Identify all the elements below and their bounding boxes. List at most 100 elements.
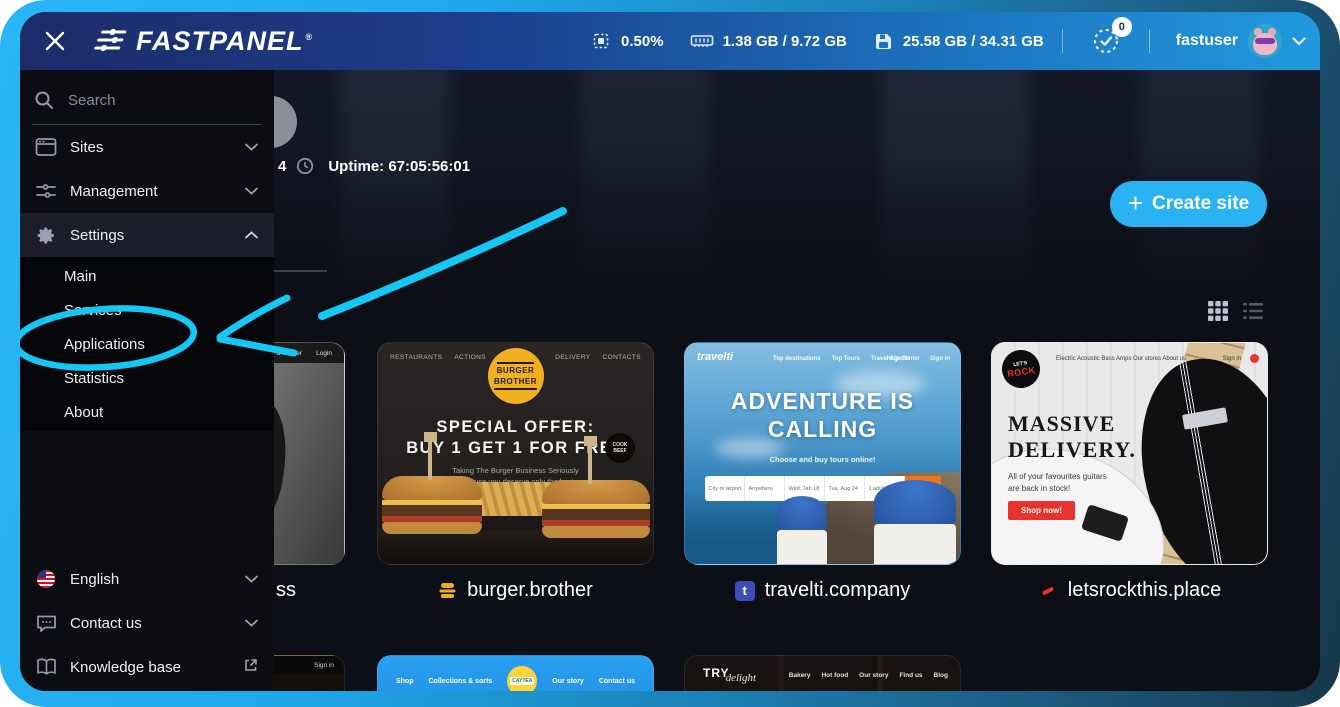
thumb-subtitle: Choose and buy tours online! bbox=[685, 455, 960, 464]
active-tab-indicator bbox=[274, 270, 327, 272]
sidebar-item-settings[interactable]: Settings bbox=[20, 213, 274, 257]
cpu-cores-value: 4 bbox=[278, 158, 286, 175]
burger-shape bbox=[542, 480, 650, 538]
submenu-label: Applications bbox=[64, 336, 145, 353]
site-name-row[interactable]: letsrockthis.place bbox=[991, 579, 1268, 602]
ram-stat: 1.38 GB / 9.72 GB bbox=[690, 32, 847, 50]
site-card-letsrock: LET'S ROCK Electric Acoustic Bass Amps O… bbox=[991, 342, 1268, 602]
logo-text: BURGER bbox=[497, 362, 535, 376]
cpu-value: 0.50% bbox=[621, 33, 664, 50]
submenu-item-services[interactable]: Services bbox=[20, 293, 274, 327]
list-view-icon[interactable] bbox=[1242, 300, 1264, 322]
gear-icon bbox=[34, 225, 58, 246]
submenu-item-about[interactable]: About bbox=[20, 395, 274, 429]
site-card-caytea: Shop Collections & sorts CAYTEA Our stor… bbox=[377, 655, 654, 691]
book-icon bbox=[34, 658, 58, 676]
notifications-button[interactable]: 0 bbox=[1091, 26, 1121, 56]
fastpanel-logo[interactable]: FASTPANEL ® bbox=[90, 26, 310, 57]
search-icon bbox=[34, 90, 54, 110]
thumb-nav-item: CONTACTS bbox=[603, 354, 641, 361]
knowledge-base-label: Knowledge base bbox=[70, 659, 181, 676]
sidebar: Sites Management Settings bbox=[20, 70, 274, 691]
sidebar-item-sites[interactable]: Sites bbox=[20, 125, 274, 169]
sidebar-item-language[interactable]: English bbox=[20, 557, 274, 601]
settings-submenu: Main Services Applications Statistics Ab… bbox=[20, 257, 274, 431]
burger-shape bbox=[382, 476, 482, 534]
site-thumbnail[interactable]: LET'S ROCK Electric Acoustic Bass Amps O… bbox=[991, 342, 1268, 565]
thumb-nav-right: Help CenterSign in bbox=[886, 356, 950, 362]
notifications-badge: 0 bbox=[1112, 17, 1132, 37]
thumb-nav-item: ACTIONS bbox=[454, 354, 486, 361]
logo-text: BROTHER bbox=[494, 376, 537, 390]
chevron-down-icon bbox=[1292, 37, 1306, 46]
site-thumbnail[interactable]: TRYdelight Bakery Hot food Our story Fin… bbox=[684, 655, 961, 691]
view-toggle bbox=[1207, 300, 1264, 322]
shop-now-button: Shop now! bbox=[1008, 501, 1075, 520]
sidebar-spacer bbox=[20, 431, 274, 557]
sidebar-search[interactable] bbox=[32, 70, 262, 125]
submenu-item-main[interactable]: Main bbox=[20, 259, 274, 293]
topbar-right: 0.50% 1.38 GB / 9.72 GB bbox=[590, 24, 1306, 58]
disk-value: 25.58 GB / 34.31 GB bbox=[903, 33, 1044, 50]
sites-icon bbox=[34, 137, 58, 157]
site-thumbnail[interactable]: RESTAURANTS ACTIONS DELIVERY CONTACTS BU… bbox=[377, 342, 654, 565]
sidebar-item-label: Settings bbox=[70, 227, 124, 244]
external-link-icon bbox=[244, 658, 258, 677]
server-stats-row: 4 Uptime: 67:05:56:01 bbox=[278, 154, 470, 178]
cpu-stat: 0.50% bbox=[590, 30, 664, 52]
close-menu-icon[interactable] bbox=[38, 24, 72, 58]
uptime-value: Uptime: 67:05:56:01 bbox=[328, 158, 470, 175]
burger-brother-logo: BURGER BROTHER bbox=[488, 348, 544, 404]
topbar-divider bbox=[1062, 29, 1063, 53]
caytea-logo: CAYTEA bbox=[507, 666, 537, 691]
chat-bubble-icon bbox=[34, 614, 58, 633]
disk-stat: 25.58 GB / 34.31 GB bbox=[873, 31, 1044, 52]
thumb-nav-right: Sign in bbox=[1223, 356, 1241, 362]
blue-dome-shape bbox=[874, 480, 956, 564]
topbar: FASTPANEL ® 0.50% 1.3 bbox=[20, 12, 1320, 70]
cpu-icon bbox=[590, 30, 612, 52]
topbar-divider bbox=[1149, 29, 1150, 53]
thumb-nav-item: RESTAURANTS bbox=[390, 354, 442, 361]
submenu-item-statistics[interactable]: Statistics bbox=[20, 361, 274, 395]
submenu-item-applications[interactable]: Applications bbox=[20, 327, 274, 361]
site-name: burger.brother bbox=[467, 579, 593, 602]
screenshot-stage: 4 Uptime: 67:05:56:01 + Create site bbox=[0, 0, 1340, 707]
sidebar-item-knowledge-base[interactable]: Knowledge base bbox=[20, 645, 274, 689]
grid-view-icon[interactable] bbox=[1207, 300, 1229, 322]
thumb-nav: Bakery Hot food Our story Find us Blog bbox=[789, 672, 948, 679]
us-flag-icon bbox=[34, 569, 58, 589]
sidebar-item-label: Sites bbox=[70, 139, 103, 156]
site-name: letsrockthis.place bbox=[1068, 579, 1221, 602]
site-thumbnail[interactable]: Shop Collections & sorts CAYTEA Our stor… bbox=[377, 655, 654, 691]
disk-icon bbox=[873, 31, 894, 52]
thumb-nav: Electric Acoustic Bass Amps Our stores A… bbox=[1056, 356, 1186, 362]
chevron-up-icon bbox=[245, 226, 258, 244]
user-menu[interactable]: fastuser bbox=[1176, 24, 1306, 58]
ram-value: 1.38 GB / 9.72 GB bbox=[723, 33, 847, 50]
search-input[interactable] bbox=[66, 91, 216, 110]
site-card-burger-brother: RESTAURANTS ACTIONS DELIVERY CONTACTS BU… bbox=[377, 342, 654, 602]
try-delight-logo: TRYdelight bbox=[703, 666, 760, 680]
site-name-row[interactable]: burger.brother bbox=[377, 579, 654, 602]
site-thumbnail[interactable]: travelti Top destinationsTop ToursTravel… bbox=[684, 342, 961, 565]
site-card-trydelight: TRYdelight Bakery Hot food Our story Fin… bbox=[684, 655, 961, 691]
registered-mark: ® bbox=[306, 32, 313, 42]
username: fastuser bbox=[1176, 32, 1238, 50]
chevron-down-icon bbox=[245, 182, 258, 200]
sidebar-item-management[interactable]: Management bbox=[20, 169, 274, 213]
site-name-row[interactable]: t travelti.company bbox=[684, 579, 961, 602]
logo-text: FASTPANEL bbox=[136, 26, 304, 57]
create-site-button[interactable]: + Create site bbox=[1110, 181, 1267, 227]
chevron-down-icon bbox=[245, 138, 258, 156]
ram-icon bbox=[690, 32, 714, 50]
submenu-label: Statistics bbox=[64, 370, 124, 387]
contact-label: Contact us bbox=[70, 615, 142, 632]
sidebar-item-contact[interactable]: Contact us bbox=[20, 601, 274, 645]
sidebar-bottom: English Contact us bbox=[20, 557, 274, 691]
travelti-logo: travelti bbox=[697, 351, 733, 363]
plus-icon: + bbox=[1128, 190, 1143, 216]
cook-beef-badge: COOKBEEF bbox=[605, 433, 635, 463]
fastpanel-app: 4 Uptime: 67:05:56:01 + Create site bbox=[20, 12, 1320, 691]
clock-icon bbox=[296, 157, 314, 175]
